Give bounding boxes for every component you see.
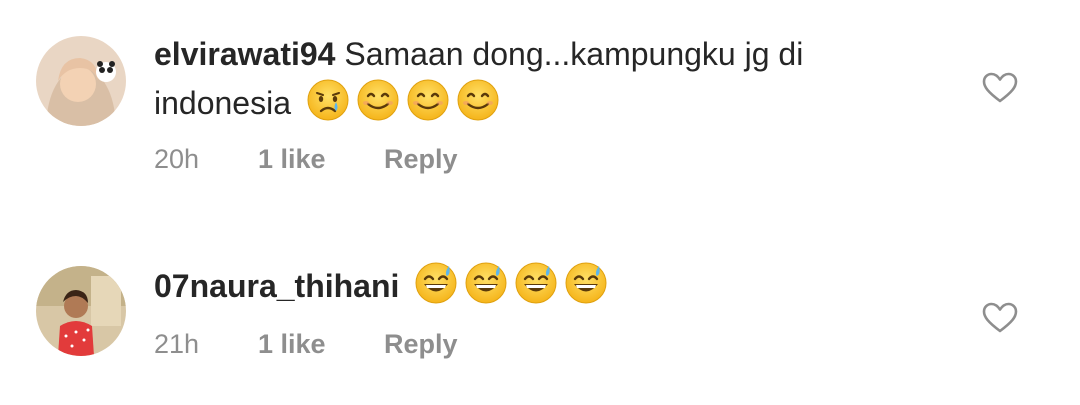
comment-item: elvirawati94 Samaan dong...kampungku jg … (0, 0, 1080, 200)
comment-timestamp: 21h (154, 329, 200, 359)
comment-username[interactable]: 07naura_thihani (154, 268, 399, 304)
grinning-sweat-emoji (564, 261, 608, 305)
grinning-sweat-emoji (514, 261, 558, 305)
heart-icon[interactable] (982, 302, 1018, 334)
reply-button[interactable]: Reply (384, 329, 458, 360)
crying-face-emoji (306, 78, 350, 122)
comment-item: 07naura_thihani 21h 1 like Reply (0, 230, 1080, 405)
reply-button[interactable]: Reply (384, 144, 458, 175)
comment-text: elvirawati94 Samaan dong...kampungku jg … (154, 30, 944, 127)
comment-likes[interactable]: 1 like (258, 144, 384, 175)
smiling-face-emoji (406, 78, 450, 122)
comment-meta: 20h 1 like Reply (154, 144, 458, 175)
comment-text: 07naura_thihani (154, 261, 944, 310)
grinning-sweat-emoji (414, 261, 458, 305)
comment-timestamp: 20h (154, 144, 200, 174)
avatar[interactable] (36, 36, 126, 126)
comment-username[interactable]: elvirawati94 (154, 36, 335, 72)
smiling-face-emoji (356, 78, 400, 122)
avatar[interactable] (36, 266, 126, 356)
comment-likes[interactable]: 1 like (258, 329, 384, 360)
smiling-face-emoji (456, 78, 500, 122)
grinning-sweat-emoji (464, 261, 508, 305)
heart-icon[interactable] (982, 72, 1018, 104)
comment-meta: 21h 1 like Reply (154, 329, 458, 360)
